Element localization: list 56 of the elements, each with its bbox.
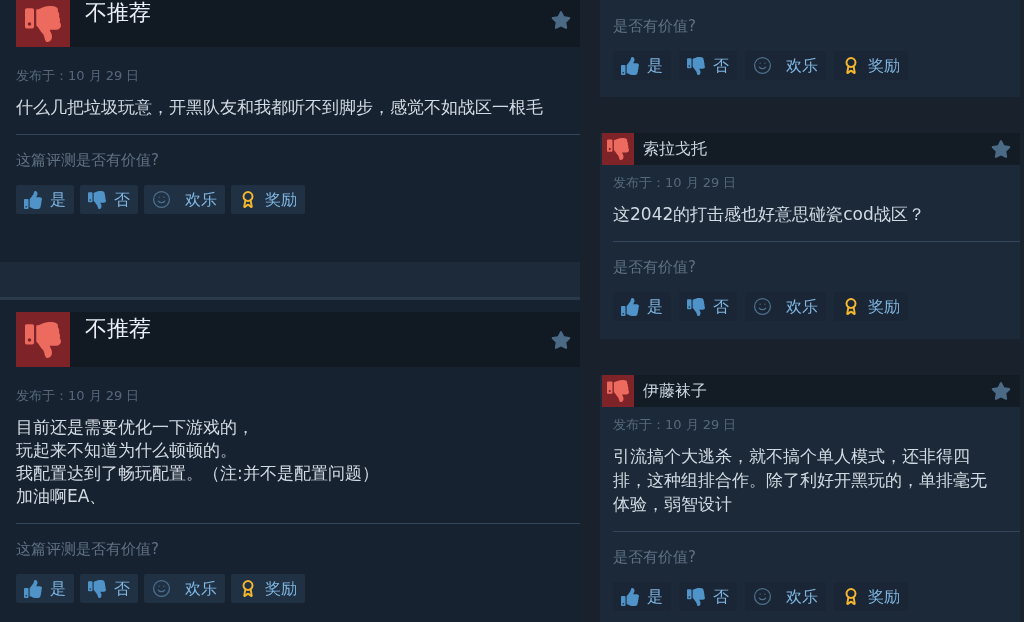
yes-button[interactable]: 是 [613,292,671,321]
no-button[interactable]: 否 [679,51,737,80]
smiley-icon [152,579,171,598]
review-text: 这2042的打击感也好意思碰瓷cod战区？ [613,203,926,226]
award-button[interactable]: 奖励 [834,292,908,321]
thumbs-up-icon [24,190,42,209]
posted-date: 发布于：10 月 29 日 [16,68,141,84]
thumbs-up-icon [621,56,639,75]
smiley-icon [753,297,772,316]
helpful-prompt: 这篇评测是否有价值? [16,539,160,559]
posted-date: 发布于：10 月 29 日 [613,175,738,191]
funny-button[interactable]: 欢乐 [745,51,826,80]
thumbs-down-icon [88,190,106,209]
helpful-prompt: 这篇评测是否有价值? [16,150,160,170]
funny-button[interactable]: 欢乐 [144,574,225,603]
yes-button[interactable]: 是 [16,574,74,603]
thumbs-up-icon [621,587,639,606]
award-button[interactable]: 奖励 [834,582,908,611]
verdict-title: 不推荐 [85,0,151,27]
author-name[interactable]: 伊藤袜子 [643,381,707,401]
review-text: 引流搞个大逃杀，就不搞个单人模式，还非得四 排，这种组排合作。除了利好开黑玩的，单排毫无 体验，弱智设计 [613,445,988,516]
helpful-prompt: 是否有价值? [613,16,697,36]
thumbs-up-icon [24,579,42,598]
no-button[interactable]: 否 [80,574,138,603]
smiley-icon [753,587,772,606]
posted-date: 发布于：10 月 29 日 [16,388,141,404]
no-button[interactable]: 否 [679,292,737,321]
no-button[interactable]: 否 [80,185,138,214]
yes-button[interactable]: 是 [613,582,671,611]
star-icon[interactable] [551,10,571,30]
thumbs-up-icon [621,297,639,316]
thumbs-down-icon [687,56,705,75]
thumbs-down-icon [687,297,705,316]
review-text: 目前还是需要优化一下游戏的， 玩起来不知道为什么顿顿的。 我配置达到了畅玩配置。（注:并不是配置问题） 加油啊EA、 [16,416,380,508]
thumbs-down-icon [687,587,705,606]
funny-button[interactable]: 欢乐 [745,292,826,321]
yes-button[interactable]: 是 [16,185,74,214]
funny-button[interactable]: 欢乐 [745,582,826,611]
award-button[interactable]: 奖励 [231,574,305,603]
smiley-icon [753,56,772,75]
star-icon[interactable] [991,139,1011,159]
helpful-prompt: 是否有价值? [613,257,697,277]
helpful-prompt: 是否有价值? [613,547,697,567]
star-icon[interactable] [991,381,1011,401]
verdict-title: 不推荐 [85,315,151,343]
posted-date: 发布于：10 月 29 日 [613,417,738,433]
award-button[interactable]: 奖励 [231,185,305,214]
funny-button[interactable]: 欢乐 [144,185,225,214]
smiley-icon [152,190,171,209]
thumbs-down-icon [88,579,106,598]
yes-button[interactable]: 是 [613,51,671,80]
review-text: 什么几把垃圾玩意，开黑队友和我都听不到脚步，感觉不如战区一根毛 [16,96,544,119]
award-button[interactable]: 奖励 [834,51,908,80]
star-icon[interactable] [551,329,571,350]
no-button[interactable]: 否 [679,582,737,611]
author-name[interactable]: 索拉戈托 [643,139,707,159]
